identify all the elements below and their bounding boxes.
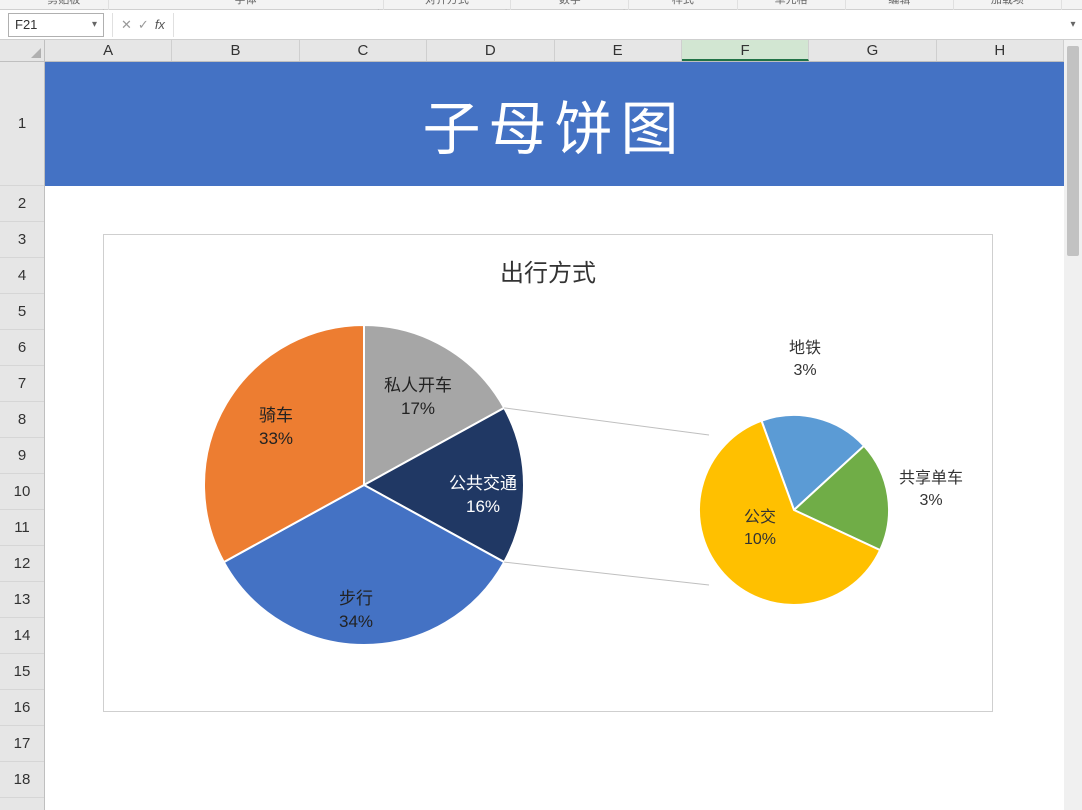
col-header-g[interactable]: G [809, 40, 936, 61]
col-header-h[interactable]: H [937, 40, 1064, 61]
col-header-e[interactable]: E [555, 40, 682, 61]
ribbon-group-cells: 单元格 [738, 0, 846, 10]
cancel-icon[interactable]: ✕ [121, 17, 132, 33]
row-header[interactable]: 13 [0, 582, 44, 618]
name-box[interactable]: F21 ▾ [8, 13, 104, 37]
sheet-canvas[interactable]: 子母饼图 出行方式 私人开车17% 公共交通16% 步行34% 骑车33% [45, 62, 1064, 810]
row-headers: 123456789101112131415161718 [0, 62, 45, 810]
sub-label-bus: 公交10% [744, 507, 776, 550]
row-header[interactable]: 18 [0, 762, 44, 798]
worksheet-grid: A B C D E F G H 123456789101112131415161… [0, 40, 1082, 810]
scrollbar-thumb[interactable] [1067, 46, 1079, 256]
chevron-down-icon[interactable]: ▾ [92, 19, 97, 30]
expand-formula-bar-icon[interactable]: ▾ [1064, 19, 1082, 30]
ribbon-group-styles: 样式 [629, 0, 737, 10]
formula-input[interactable] [174, 13, 1064, 37]
col-header-a[interactable]: A [45, 40, 172, 61]
row-header[interactable]: 2 [0, 186, 44, 222]
ribbon-group-font: 字体◢ [109, 0, 384, 10]
col-header-c[interactable]: C [300, 40, 427, 61]
select-all-cell[interactable] [0, 40, 45, 62]
ribbon-group-addins: 加载项 [954, 0, 1062, 10]
row-header[interactable]: 7 [0, 366, 44, 402]
formula-bar: F21 ▾ ✕ ✓ fx ▾ [0, 10, 1082, 40]
formula-buttons: ✕ ✓ fx [112, 13, 174, 37]
chart-container[interactable]: 出行方式 私人开车17% 公共交通16% 步行34% 骑车33% [103, 234, 993, 712]
banner-title: 子母饼图 [422, 82, 686, 166]
chart-title: 出行方式 [104, 235, 992, 288]
sub-pie [699, 415, 889, 605]
col-header-b[interactable]: B [172, 40, 299, 61]
name-box-value: F21 [15, 17, 37, 32]
row-header[interactable]: 5 [0, 294, 44, 330]
fx-icon[interactable]: fx [155, 17, 165, 32]
ribbon-group-clipboard: 剪贴板◢ [20, 0, 109, 10]
col-header-f[interactable]: F [682, 40, 809, 61]
row-header[interactable]: 10 [0, 474, 44, 510]
row-header[interactable]: 1 [0, 62, 44, 186]
row-header[interactable]: 8 [0, 402, 44, 438]
row-header[interactable]: 14 [0, 618, 44, 654]
row-header[interactable]: 9 [0, 438, 44, 474]
ribbon-group-editing: 编辑 [846, 0, 954, 10]
enter-icon[interactable]: ✓ [138, 17, 149, 33]
row-header[interactable]: 3 [0, 222, 44, 258]
column-headers: A B C D E F G H [45, 40, 1064, 62]
vertical-scrollbar[interactable] [1064, 40, 1082, 810]
ribbon-group-align: 对齐方式◢ [384, 0, 512, 10]
chart-banner: 子母饼图 [45, 62, 1064, 186]
col-header-d[interactable]: D [427, 40, 554, 61]
row-header[interactable]: 11 [0, 510, 44, 546]
chart-plot: 私人开车17% 公共交通16% 步行34% 骑车33% 地铁3% 共享单车3% … [104, 295, 992, 711]
sub-label-sharebike: 共享单车3% [899, 468, 963, 511]
row-header[interactable]: 12 [0, 546, 44, 582]
row-header[interactable]: 17 [0, 726, 44, 762]
row-header[interactable]: 6 [0, 330, 44, 366]
ribbon-group-number: 数字◢ [511, 0, 629, 10]
row-header[interactable]: 15 [0, 654, 44, 690]
ribbon-group-labels: 剪贴板◢ 字体◢ 对齐方式◢ 数字◢ 样式 单元格 编辑 加载项 [0, 0, 1082, 10]
row-header[interactable]: 16 [0, 690, 44, 726]
sub-label-subway: 地铁3% [789, 338, 821, 381]
row-header[interactable]: 4 [0, 258, 44, 294]
